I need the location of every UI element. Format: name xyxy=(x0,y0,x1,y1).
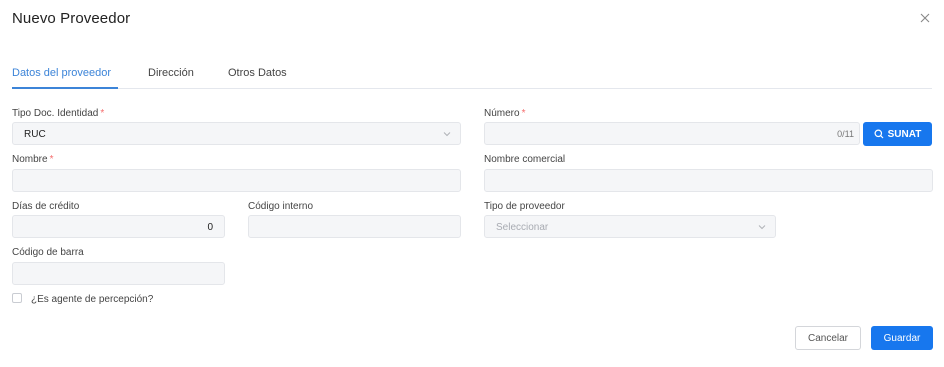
nombre-input[interactable] xyxy=(12,169,461,192)
numero-input[interactable]: 0/11 xyxy=(484,122,860,145)
tipo-doc-label-text: Tipo Doc. Identidad xyxy=(12,108,99,119)
nombre-comercial-input[interactable] xyxy=(484,169,933,192)
agente-percepcion-label[interactable]: ¿Es agente de percepción? xyxy=(31,294,153,305)
codigo-barra-label: Código de barra xyxy=(12,247,84,258)
required-mark: * xyxy=(100,108,105,119)
codigo-interno-input[interactable] xyxy=(248,215,461,238)
required-mark: * xyxy=(49,154,54,165)
required-mark: * xyxy=(521,108,526,119)
tab-datos-proveedor[interactable]: Datos del proveedor xyxy=(12,67,111,79)
nombre-label-text: Nombre xyxy=(12,154,48,165)
tab-otros-datos[interactable]: Otros Datos xyxy=(228,67,287,79)
sunat-search-button[interactable]: SUNAT xyxy=(863,122,932,146)
search-icon xyxy=(874,129,884,139)
dialog-title: Nuevo Proveedor xyxy=(12,10,131,27)
codigo-interno-label: Código interno xyxy=(248,201,314,212)
tab-direccion[interactable]: Dirección xyxy=(148,67,194,79)
active-tab-indicator xyxy=(12,87,118,89)
chevron-down-icon xyxy=(442,129,452,139)
numero-char-counter: 0/11 xyxy=(837,129,854,139)
numero-label-text: Número xyxy=(484,108,520,119)
numero-label: Número * xyxy=(484,108,525,119)
agente-percepcion-checkbox[interactable] xyxy=(12,293,22,303)
codigo-barra-input[interactable] xyxy=(12,262,225,285)
dias-credito-value: 0 xyxy=(207,222,213,233)
tipo-proveedor-placeholder: Seleccionar xyxy=(496,222,549,233)
tipo-proveedor-label: Tipo de proveedor xyxy=(484,201,565,212)
tab-bar: Datos del proveedor Dirección Otros Dato… xyxy=(12,58,932,89)
close-icon[interactable] xyxy=(918,11,932,25)
dias-credito-input[interactable]: 0 xyxy=(12,215,225,238)
save-button[interactable]: Guardar xyxy=(871,326,933,350)
dias-credito-label: Días de crédito xyxy=(12,201,80,212)
sunat-button-label: SUNAT xyxy=(887,128,922,140)
tipo-doc-select[interactable]: RUC xyxy=(12,122,461,145)
nombre-comercial-label: Nombre comercial xyxy=(484,154,566,165)
tipo-doc-value: RUC xyxy=(24,129,46,140)
cancel-button[interactable]: Cancelar xyxy=(795,326,861,350)
tipo-doc-label: Tipo Doc. Identidad * xyxy=(12,108,104,119)
tipo-proveedor-select[interactable]: Seleccionar xyxy=(484,215,776,238)
nombre-label: Nombre * xyxy=(12,154,53,165)
chevron-down-icon xyxy=(757,222,767,232)
